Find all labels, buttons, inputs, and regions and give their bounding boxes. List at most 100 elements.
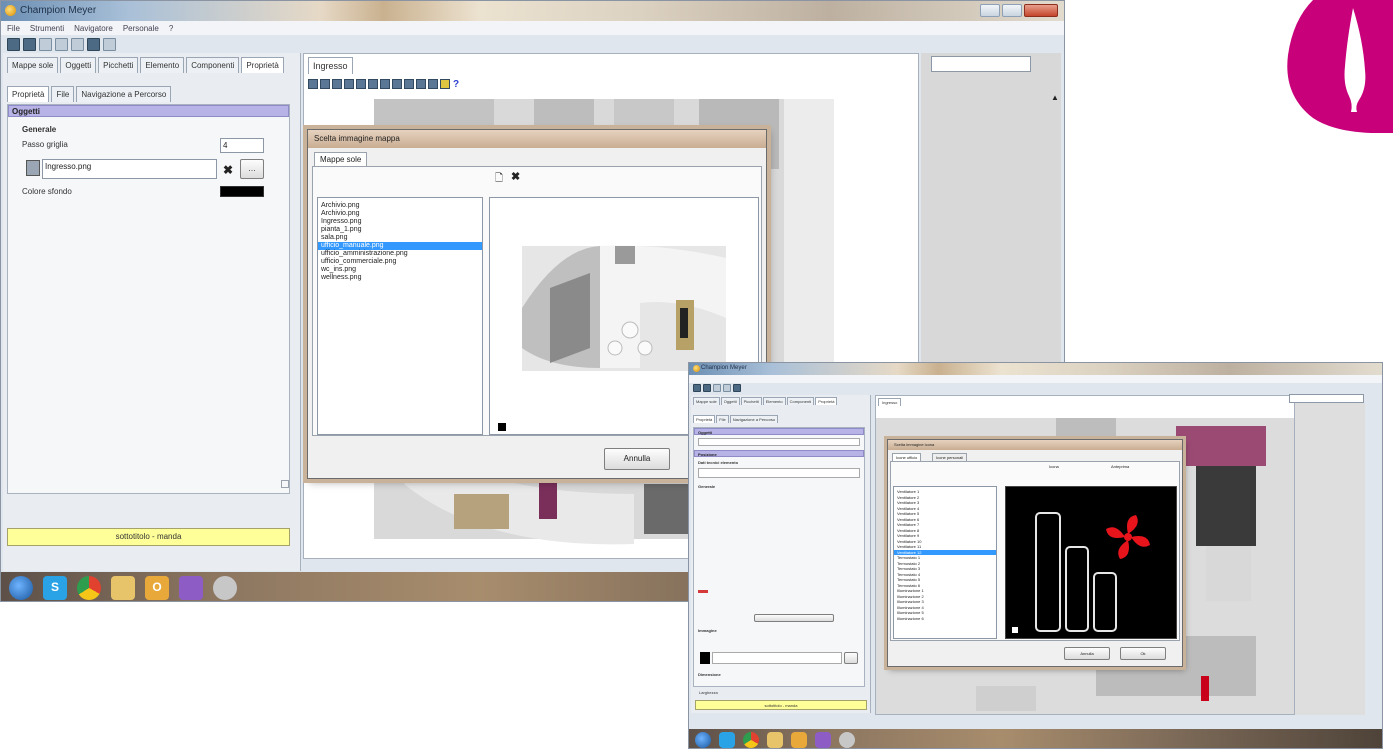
browse-button-2[interactable] [844, 652, 858, 664]
file-item[interactable]: sala.png [318, 234, 482, 242]
tab-elemento[interactable]: Elemento [762, 397, 786, 405]
cancel-button-2[interactable]: Annulla [1064, 647, 1110, 660]
skype-icon[interactable] [719, 731, 735, 748]
menu-file[interactable]: File [7, 24, 20, 33]
tab-mappe[interactable]: Mappe sole [693, 397, 720, 405]
apply-button[interactable] [754, 614, 834, 622]
zoom-dropdown-2[interactable] [1289, 394, 1364, 403]
tab-proprieta[interactable]: Proprietà [241, 57, 284, 73]
disk-icon[interactable] [213, 575, 237, 600]
start-button[interactable] [9, 575, 33, 600]
file-item[interactable]: Archivio.png [318, 202, 482, 210]
file-item[interactable]: Archivio.png [318, 210, 482, 218]
close-button[interactable] [1024, 4, 1058, 17]
subtab-navigazione[interactable]: Navigazione a Percorso [729, 415, 779, 423]
title-bar: Champion Meyer [1, 1, 1064, 21]
chrome-icon[interactable] [743, 731, 759, 748]
paw-app-icon[interactable] [179, 575, 203, 600]
tab-elemento[interactable]: Elemento [140, 57, 185, 73]
text-field[interactable] [698, 468, 860, 478]
group-title-2: Dati tecnici elemento [698, 460, 739, 465]
minimize-button[interactable] [980, 4, 1000, 17]
remove-icon[interactable]: ✖ [223, 163, 233, 177]
subtab-proprieta[interactable]: Proprietà [7, 86, 50, 102]
app-icon [5, 5, 16, 16]
subtab-navigazione[interactable]: Navigazione a Percorso [76, 86, 172, 102]
icon-file-list[interactable]: Ventilatore 1 Ventilatore 2 Ventilatore … [893, 486, 997, 639]
icon-item[interactable]: Illuminazione 6 [894, 616, 996, 622]
file-item[interactable]: ufficio_commerciale.png [318, 258, 482, 266]
tab-componenti[interactable]: Componenti [786, 397, 815, 405]
paw-app-icon[interactable] [815, 731, 831, 748]
right-strip-2 [1295, 403, 1365, 715]
tab-oggetti[interactable]: Oggetti [720, 397, 740, 405]
grid-step-input[interactable]: 4 [220, 138, 264, 153]
tab-picchetti[interactable]: Picchetti [98, 57, 139, 73]
new-icon[interactable] [7, 37, 20, 51]
undo-icon[interactable] [71, 37, 84, 51]
dialog-title-2: Scelta immagine icona [888, 440, 1182, 450]
save-icon[interactable] [23, 37, 36, 51]
folder-icon[interactable] [767, 731, 783, 748]
dialog-tab-icone-personali[interactable]: Icone personali [932, 453, 968, 461]
new-icon[interactable] [693, 384, 701, 392]
open-icon[interactable] [39, 37, 52, 51]
bg-color-swatch[interactable] [220, 186, 264, 197]
cancel-button[interactable]: Annulla [604, 448, 670, 470]
image-file-field[interactable]: Ingresso.png [42, 159, 217, 179]
dialog-tab[interactable]: Mappe sole [314, 152, 368, 166]
zoom-dropdown[interactable] [931, 56, 1031, 72]
start-button[interactable] [695, 731, 711, 748]
outlook-icon[interactable] [791, 731, 807, 748]
print-icon[interactable] [87, 37, 100, 51]
disk-icon[interactable] [839, 731, 855, 748]
dialog-tab-icone-ufficio[interactable]: Icone ufficio [892, 453, 922, 461]
save-icon[interactable] [703, 384, 711, 392]
new-file-icon[interactable]: 🗋 [495, 171, 503, 188]
icon-thumbnail [700, 652, 710, 664]
tab-mappe[interactable]: Mappe sole [7, 57, 59, 73]
maximize-button[interactable] [1002, 4, 1022, 17]
open-icon[interactable] [713, 384, 721, 392]
browse-button[interactable]: … [240, 159, 264, 179]
resize-grip[interactable] [281, 480, 289, 488]
file-list[interactable]: Archivio.png Archivio.png Ingresso.png p… [317, 197, 483, 435]
file-item-selected[interactable]: ufficio_manuale.png [318, 242, 482, 250]
skype-icon[interactable]: S [43, 575, 67, 600]
file-item[interactable]: pianta_1.png [318, 226, 482, 234]
outlook-icon[interactable]: O [145, 575, 169, 600]
tab-oggetti[interactable]: Oggetti [60, 57, 97, 73]
section-header-2: Oggetti [694, 428, 864, 435]
chrome-icon[interactable] [77, 575, 101, 600]
column-anteprima: Anteprima [1111, 464, 1130, 469]
export-icon[interactable] [55, 37, 68, 51]
menu-help[interactable]: ? [169, 24, 173, 33]
export-icon[interactable] [723, 384, 731, 392]
subtab-file[interactable]: File [51, 86, 75, 102]
group4-title: Dimensione [698, 672, 721, 677]
tab-proprieta[interactable]: Proprietà [815, 397, 838, 405]
dialog-body-2: Icona Anteprima Ventilatore 1 Ventilator… [890, 461, 1180, 641]
menu-navigatore[interactable]: Navigatore [74, 24, 113, 33]
subtab-file[interactable]: File [716, 415, 729, 423]
delete-icon[interactable]: ✖ [511, 170, 520, 183]
window-icon[interactable] [103, 37, 116, 51]
menu-strumenti[interactable]: Strumenti [30, 24, 64, 33]
print-icon[interactable] [733, 384, 741, 392]
scroll-up-icon[interactable]: ▲ [1051, 93, 1061, 103]
menu-personale[interactable]: Personale [123, 24, 159, 33]
folder-icon[interactable] [111, 575, 135, 600]
file-item[interactable]: wc_ins.png [318, 266, 482, 274]
tab-componenti[interactable]: Componenti [186, 57, 240, 73]
icon-file-field[interactable] [712, 652, 842, 664]
tab-picchetti[interactable]: Picchetti [740, 397, 762, 405]
sub-tabs: Proprietà File Navigazione a Percorso [7, 86, 172, 102]
file-item[interactable]: wellness.png [318, 274, 482, 282]
status-bar-2: sottotitolo - manda [695, 700, 867, 710]
subtab-proprieta[interactable]: Proprietà [693, 415, 716, 423]
dropdown-field[interactable] [698, 438, 860, 446]
file-item[interactable]: Ingresso.png [318, 218, 482, 226]
left-pane-2: Mappe sole Oggetti Picchetti Elemento Co… [691, 395, 871, 713]
file-item[interactable]: ufficio_amministrazione.png [318, 250, 482, 258]
ok-button[interactable]: Ok [1120, 647, 1166, 660]
